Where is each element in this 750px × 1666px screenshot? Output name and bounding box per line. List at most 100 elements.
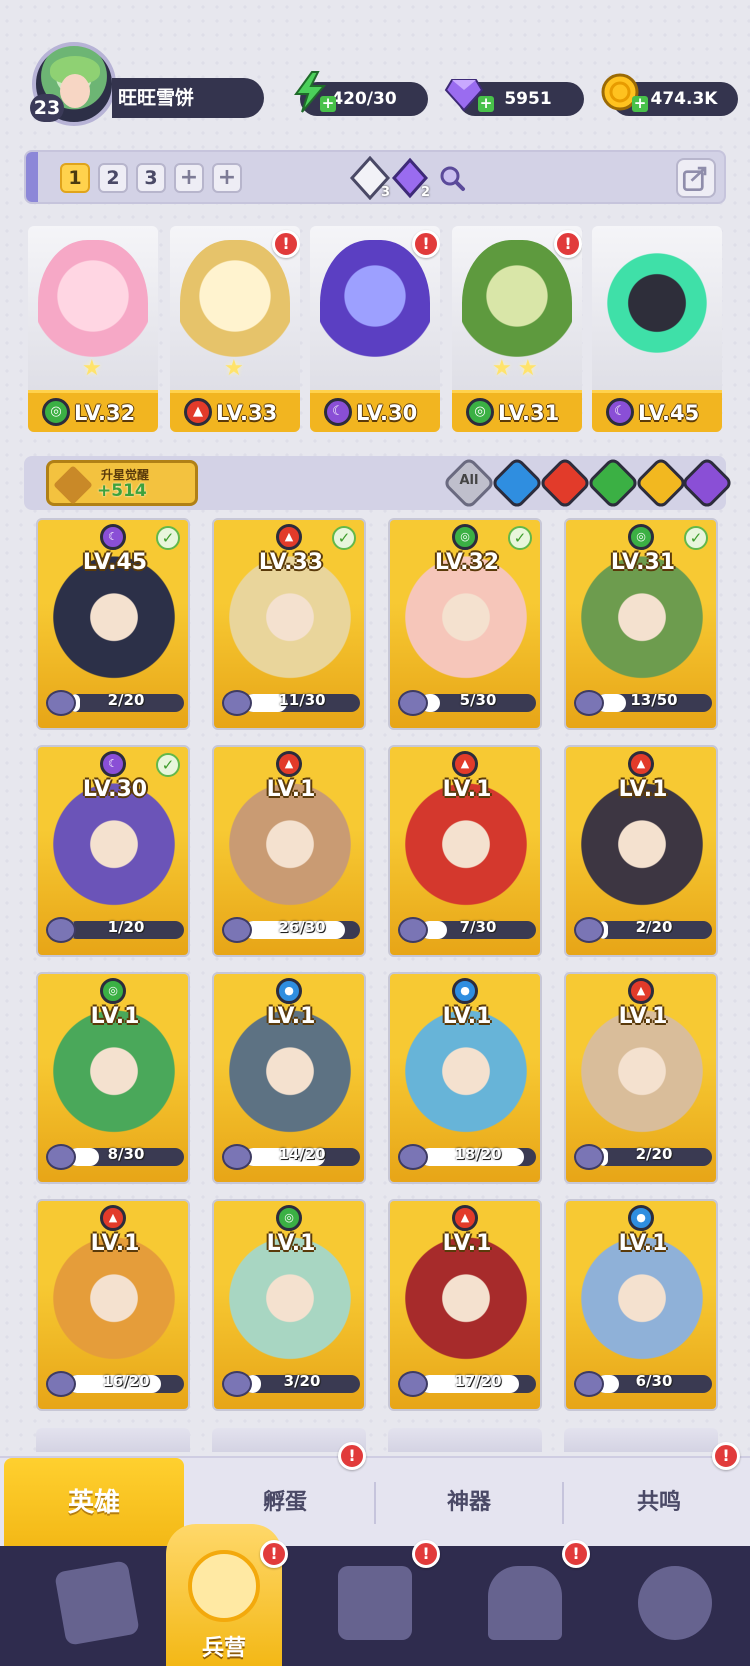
purple-crystal-count: 2 (420, 185, 430, 200)
water-element-icon: ● (452, 978, 478, 1004)
hero-portrait (228, 556, 352, 692)
team-slot-2[interactable]: 2 (98, 163, 128, 193)
hero-level: LV.33 (258, 550, 324, 575)
shard-progress: 13/50 (574, 690, 714, 716)
hero-portrait (52, 556, 176, 692)
search-icon[interactable] (438, 164, 466, 192)
hero-card[interactable]: ● LV.1 6/30 (564, 1199, 718, 1411)
team-slot-3[interactable]: 3 (136, 163, 166, 193)
hero-card[interactable]: ☾ ✓ LV.45 2/20 (36, 518, 190, 730)
energy-value: 420/30 (331, 89, 397, 109)
bottom-navigation: 兵营 ! ! ! (0, 1524, 750, 1666)
wind-element-icon: ◎ (100, 978, 126, 1004)
hero-level: LV.1 (618, 1231, 668, 1256)
hero-level: LV.1 (618, 777, 668, 802)
filter-light-icon[interactable] (634, 456, 688, 510)
hero-level: LV.32 (434, 550, 500, 575)
check-icon: ✓ (156, 753, 180, 777)
share-button[interactable] (676, 158, 716, 198)
shard-count: 6/30 (635, 1372, 673, 1390)
nav-cards[interactable] (22, 1546, 172, 1666)
hero-card[interactable]: ▲ LV.1 26/30 (212, 745, 366, 957)
shard-count: 18/20 (454, 1145, 502, 1163)
add-gold-button[interactable]: + (632, 96, 648, 112)
hero-card[interactable]: ▲ LV.1 2/20 (564, 745, 718, 957)
team-hero-2[interactable]: ! ★ LV.33 ▲ (170, 226, 300, 432)
tab-resonance[interactable]: 共鸣 (564, 1458, 750, 1548)
add-gems-button[interactable]: + (478, 96, 494, 112)
hero-card[interactable]: ● LV.1 14/20 (212, 972, 366, 1184)
hero-card[interactable]: ▲ LV.1 16/20 (36, 1199, 190, 1411)
filter-bar: 升星觉醒 +514 All (24, 456, 734, 510)
tab-artifact[interactable]: 神器 (374, 1458, 564, 1548)
shard-progress: 1/20 (46, 917, 186, 943)
shard-progress: 5/30 (398, 690, 538, 716)
hero-card[interactable]: ◎ LV.1 8/30 (36, 972, 190, 1184)
water-element-icon: ● (628, 1205, 654, 1231)
shard-progress: 2/20 (46, 690, 186, 716)
hero-card-partial[interactable] (36, 1428, 190, 1452)
hero-level: LV.1 (266, 1004, 316, 1029)
star-icon: ★ (82, 356, 102, 381)
filter-water-icon[interactable] (490, 456, 544, 510)
shard-progress: 2/20 (574, 1144, 714, 1170)
hero-card[interactable]: ◎ LV.1 3/20 (212, 1199, 366, 1411)
team-hero-1[interactable]: ★ LV.32 ◎ (28, 226, 158, 432)
wind-element-icon: ◎ (452, 524, 478, 550)
shard-count: 2/20 (635, 918, 673, 936)
team-hero-5[interactable]: LV.45 ☾ (592, 226, 722, 432)
shard-count: 13/50 (630, 691, 678, 709)
check-icon: ✓ (156, 526, 180, 550)
add-energy-button[interactable]: + (320, 96, 336, 112)
hero-card[interactable]: ▲ ✓ LV.33 11/30 (212, 518, 366, 730)
hero-card[interactable]: ● LV.1 18/20 (388, 972, 542, 1184)
hero-card[interactable]: ▲ LV.1 2/20 (564, 972, 718, 1184)
shard-progress: 6/30 (574, 1371, 714, 1397)
shard-count: 1/20 (107, 918, 145, 936)
nav-barracks-label: 兵营 (201, 1636, 246, 1661)
shard-count: 14/20 (278, 1145, 326, 1163)
shard-count: 3/20 (283, 1372, 321, 1390)
team-slot-1[interactable]: 1 (60, 163, 90, 193)
shard-count: 26/30 (278, 918, 326, 936)
purple-crystal-icon[interactable]: 2 (388, 156, 432, 200)
alert-icon: ! (338, 1442, 366, 1470)
nav-guild[interactable] (600, 1546, 750, 1666)
team-hero-3[interactable]: ! LV.30 ☾ (310, 226, 440, 432)
team-hero-4[interactable]: ! ★ ★ LV.31 ◎ (452, 226, 582, 432)
shard-count: 2/20 (635, 1145, 673, 1163)
fire-element-icon: ▲ (276, 751, 302, 777)
hero-card[interactable]: ▲ LV.1 17/20 (388, 1199, 542, 1411)
hero-card-partial[interactable] (564, 1428, 718, 1452)
wind-element-icon: ◎ (276, 1205, 302, 1231)
hero-portrait (228, 1237, 352, 1373)
hero-portrait (580, 783, 704, 919)
filter-wind-icon[interactable] (586, 456, 640, 510)
filter-fire-icon[interactable] (538, 456, 592, 510)
alert-icon: ! (554, 230, 582, 258)
filter-all-label: All (459, 473, 479, 488)
hero-card-partial[interactable] (388, 1428, 542, 1452)
hero-card[interactable]: ☾ ✓ LV.30 1/20 (36, 745, 190, 957)
filter-dark-icon[interactable] (680, 456, 734, 510)
team-slot-add-2[interactable]: + (212, 163, 242, 193)
shard-progress: 17/20 (398, 1371, 538, 1397)
star-awaken-button[interactable]: 升星觉醒 +514 (46, 460, 198, 506)
shard-progress: 3/20 (222, 1371, 362, 1397)
check-icon: ✓ (684, 526, 708, 550)
hero-level: LV.1 (442, 1231, 492, 1256)
white-crystal-icon[interactable]: 3 (348, 155, 392, 201)
hero-portrait (52, 1010, 176, 1146)
team-selector-bar: 1 2 3 + + 3 2 (24, 150, 726, 204)
hero-card[interactable]: ◎ ✓ LV.32 5/30 (388, 518, 542, 730)
player-avatar[interactable]: 23 (30, 42, 116, 126)
hero-card[interactable]: ▲ LV.1 7/30 (388, 745, 542, 957)
team-slot-add-1[interactable]: + (174, 163, 204, 193)
share-icon (682, 166, 707, 192)
hero-portrait (52, 783, 176, 919)
star-icon: ★ (518, 356, 538, 381)
tab-heroes[interactable]: 英雄 (4, 1458, 184, 1548)
hero-portrait (52, 1237, 176, 1373)
avatar-face (60, 74, 90, 108)
hero-card[interactable]: ◎ ✓ LV.31 13/50 (564, 518, 718, 730)
